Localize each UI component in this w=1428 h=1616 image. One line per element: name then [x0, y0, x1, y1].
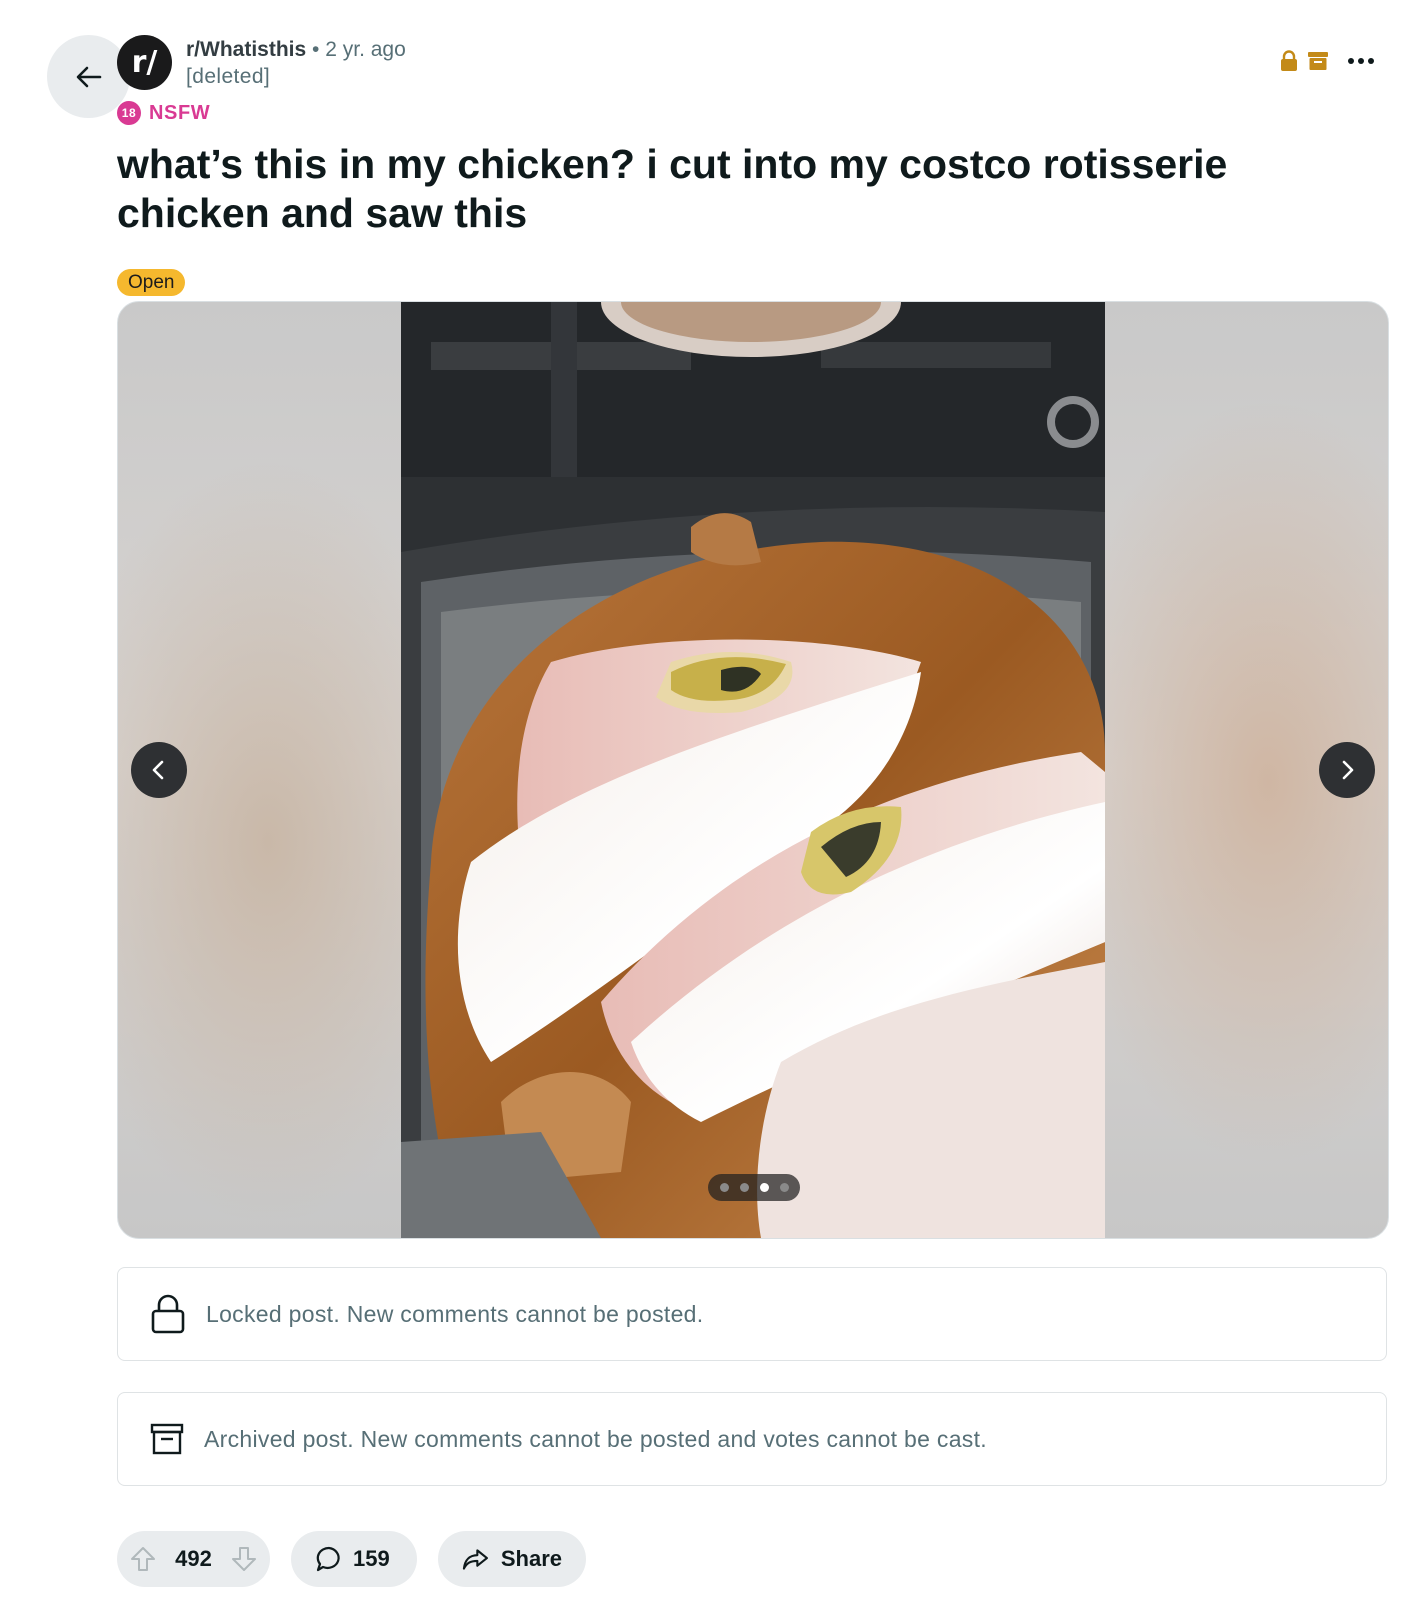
vote-bar: 492: [117, 1531, 270, 1587]
post-meta: r/Whatisthis • 2 yr. ago [deleted]: [186, 36, 406, 90]
vote-score: 492: [175, 1546, 212, 1571]
lock-outline-icon: [151, 1294, 185, 1334]
pager-dot[interactable]: [779, 1183, 789, 1192]
nsfw-age-badge: 18: [117, 101, 141, 125]
downvote-icon[interactable]: [230, 1545, 258, 1573]
archive-icon: [1308, 52, 1328, 70]
nsfw-tag: 18 NSFW: [117, 101, 210, 125]
meta-separator: •: [312, 38, 320, 61]
archived-notice: Archived post. New comments cannot be po…: [117, 1392, 1387, 1486]
locked-notice: Locked post. New comments cannot be post…: [117, 1267, 1387, 1361]
status-icons: [1280, 50, 1378, 72]
nsfw-label: NSFW: [149, 101, 211, 124]
pager-dot[interactable]: [759, 1183, 769, 1192]
subreddit-avatar[interactable]: r/: [117, 35, 172, 90]
chevron-left-icon: [152, 760, 164, 780]
author-name: [deleted]: [186, 65, 271, 88]
post-title: what’s this in my chicken? i cut into my…: [117, 141, 1228, 236]
archive-outline-icon: [150, 1423, 184, 1455]
subreddit-link[interactable]: r/Whatisthis: [186, 38, 306, 61]
comments-button[interactable]: 159: [291, 1531, 417, 1587]
pager-dot[interactable]: [719, 1183, 729, 1192]
gallery-pager: [708, 1174, 800, 1201]
share-label: Share: [500, 1546, 562, 1571]
chevron-right-icon: [1342, 760, 1354, 780]
back-arrow-icon: [76, 66, 101, 87]
locked-notice-text: Locked post. New comments cannot be post…: [206, 1300, 704, 1327]
comments-count: 159: [353, 1546, 390, 1571]
upvote-icon[interactable]: [129, 1545, 157, 1573]
gallery-next-button[interactable]: [1319, 742, 1375, 798]
avatar-text: r/: [131, 45, 158, 80]
share-icon: [462, 1549, 488, 1570]
pager-dot[interactable]: [739, 1183, 749, 1192]
share-button[interactable]: Share: [438, 1531, 586, 1587]
more-icon[interactable]: [1344, 51, 1378, 71]
post-flair[interactable]: Open: [117, 269, 186, 296]
comment-icon: [316, 1546, 340, 1572]
image-gallery[interactable]: [117, 301, 1389, 1239]
lock-icon: [1281, 50, 1297, 71]
archived-notice-text: Archived post. New comments cannot be po…: [204, 1425, 987, 1452]
post-time: 2 yr. ago: [325, 38, 406, 61]
post-image[interactable]: [401, 302, 1105, 1238]
gallery-prev-button[interactable]: [131, 742, 187, 798]
